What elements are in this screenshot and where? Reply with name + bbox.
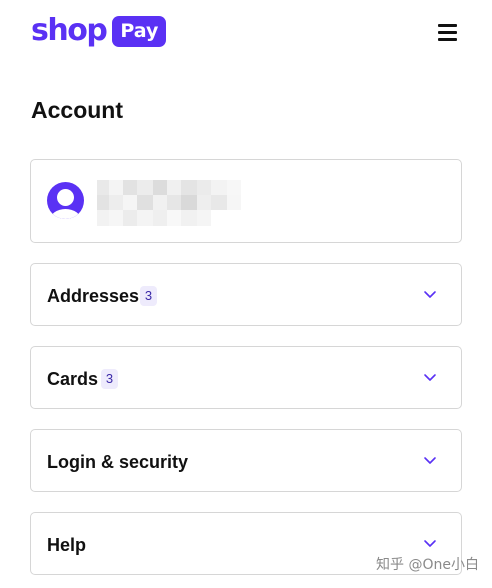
user-avatar-icon (47, 182, 84, 219)
chevron-down-icon[interactable] (423, 289, 437, 301)
logo-pay-badge: Pay (112, 15, 167, 47)
count-badge: 3 (101, 369, 118, 389)
chevron-down-icon[interactable] (423, 538, 437, 550)
chevron-down-icon[interactable] (423, 455, 437, 467)
top-header: shop Pay (0, 0, 492, 64)
redacted-user-name (97, 180, 241, 226)
section-label: Login & security (47, 452, 189, 472)
watermark-text: 知乎 @One小白 (376, 557, 479, 573)
hamburger-menu-icon[interactable] (437, 21, 459, 43)
section-cards[interactable]: Cards 3 (30, 346, 462, 409)
section-label: Cards (47, 369, 99, 389)
shop-pay-logo[interactable]: shop Pay (31, 13, 167, 48)
section-login-security[interactable]: Login & security (30, 429, 462, 492)
section-label: Help (47, 535, 87, 555)
chevron-down-icon[interactable] (423, 372, 437, 384)
page-title: Account (31, 97, 123, 123)
logo-wordmark: shop (31, 13, 108, 48)
profile-card (30, 159, 462, 243)
count-badge: 3 (140, 286, 157, 306)
section-label: Addresses (47, 286, 140, 306)
section-addresses[interactable]: Addresses 3 (30, 263, 462, 326)
